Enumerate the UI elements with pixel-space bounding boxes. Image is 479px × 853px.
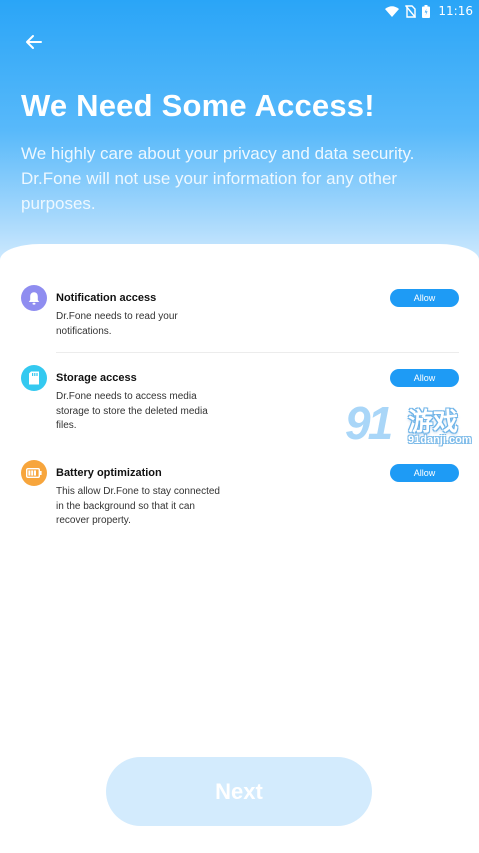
wifi-icon: [385, 5, 400, 17]
next-button[interactable]: Next: [106, 757, 372, 826]
status-bar: 11:16: [385, 2, 473, 20]
watermark-url: 91danji.com: [408, 434, 472, 446]
watermark-text: 游戏: [408, 407, 459, 436]
notification-icon-badge: [21, 285, 47, 311]
status-time: 11:16: [438, 4, 473, 18]
battery-icon: [422, 4, 431, 18]
divider: [56, 352, 459, 353]
watermark-number: 91: [345, 397, 393, 449]
permission-description: Dr.Fone needs to access media storage to…: [56, 391, 208, 431]
arrow-left-icon: [26, 35, 42, 49]
allow-battery-button[interactable]: Allow: [390, 464, 459, 482]
page-title: We Need Some Access!: [21, 88, 375, 123]
page-subtitle: We highly care about your privacy and da…: [21, 144, 415, 213]
allow-notification-button[interactable]: Allow: [390, 289, 459, 307]
battery-icon-badge: [21, 460, 47, 486]
permission-description: This allow Dr.Fone to stay connected in …: [56, 486, 220, 526]
bell-icon: [28, 291, 40, 305]
permission-title: Storage access: [56, 372, 137, 384]
allow-storage-button[interactable]: Allow: [390, 369, 459, 387]
watermark-logo: 91 游戏 91danji.com: [345, 397, 479, 454]
storage-icon-badge: [21, 365, 47, 391]
no-sim-icon: [405, 4, 417, 18]
battery-icon: [26, 468, 42, 478]
back-button[interactable]: [22, 31, 46, 53]
permission-description: Dr.Fone needs to read your notifications…: [56, 311, 178, 337]
permission-title: Battery optimization: [56, 467, 162, 479]
sd-card-icon: [29, 371, 39, 385]
permission-title: Notification access: [56, 292, 157, 304]
